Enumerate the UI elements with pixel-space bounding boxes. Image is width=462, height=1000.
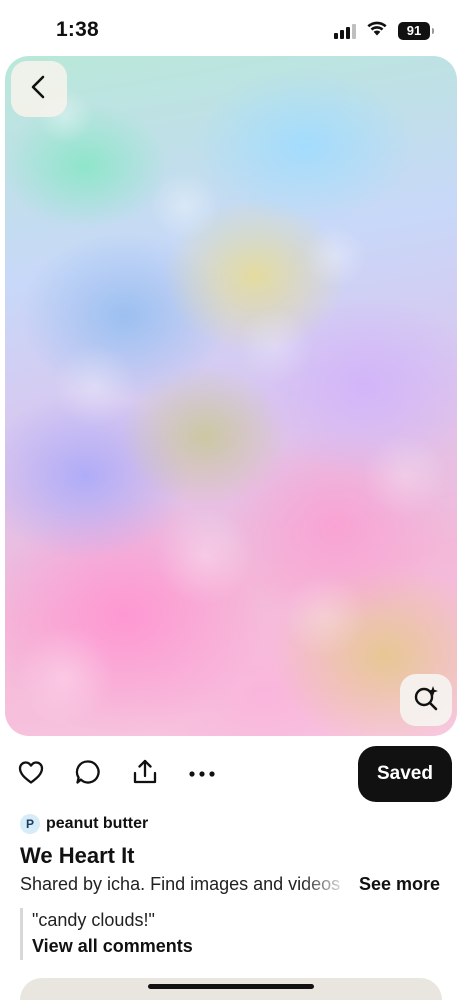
heart-icon <box>17 759 45 790</box>
visual-search-icon <box>412 684 440 717</box>
battery-level: 91 <box>406 23 422 38</box>
comment-button[interactable] <box>72 758 104 790</box>
status-bar: 1:38 91 <box>0 0 462 56</box>
share-button[interactable] <box>129 758 161 790</box>
saved-button[interactable]: Saved <box>358 746 452 802</box>
more-icon <box>188 765 216 783</box>
next-content-card[interactable] <box>20 978 442 1000</box>
creator-row[interactable]: P peanut butter <box>20 814 148 834</box>
status-time: 1:38 <box>56 18 99 41</box>
more-options-button[interactable] <box>186 758 218 790</box>
like-button[interactable] <box>15 758 47 790</box>
pin-detail-screen: 1:38 91 Saved P peanut butter We Heart I… <box>0 0 462 1000</box>
creator-name: peanut butter <box>46 815 149 832</box>
pin-description: Shared by icha. Find images and videos <box>20 874 341 894</box>
pin-image[interactable] <box>5 56 457 736</box>
view-all-comments-link[interactable]: View all comments <box>32 932 320 960</box>
comment-icon <box>74 758 102 791</box>
see-more-link[interactable]: See more <box>359 874 440 895</box>
comment-text: "candy clouds!" <box>32 910 155 930</box>
status-icons: 91 <box>334 20 434 41</box>
cellular-signal-icon <box>334 23 356 39</box>
share-icon <box>131 758 159 791</box>
visual-search-button[interactable] <box>400 674 452 726</box>
back-chevron-icon <box>28 74 50 105</box>
wifi-icon <box>366 20 388 41</box>
back-button[interactable] <box>11 61 67 117</box>
comment-preview: "candy clouds!" View all comments <box>20 908 320 960</box>
pin-title: We Heart It <box>20 843 135 868</box>
action-row: Saved <box>0 746 462 802</box>
home-indicator[interactable] <box>148 984 314 989</box>
battery-icon: 91 <box>398 21 434 40</box>
avatar: P <box>20 814 40 834</box>
